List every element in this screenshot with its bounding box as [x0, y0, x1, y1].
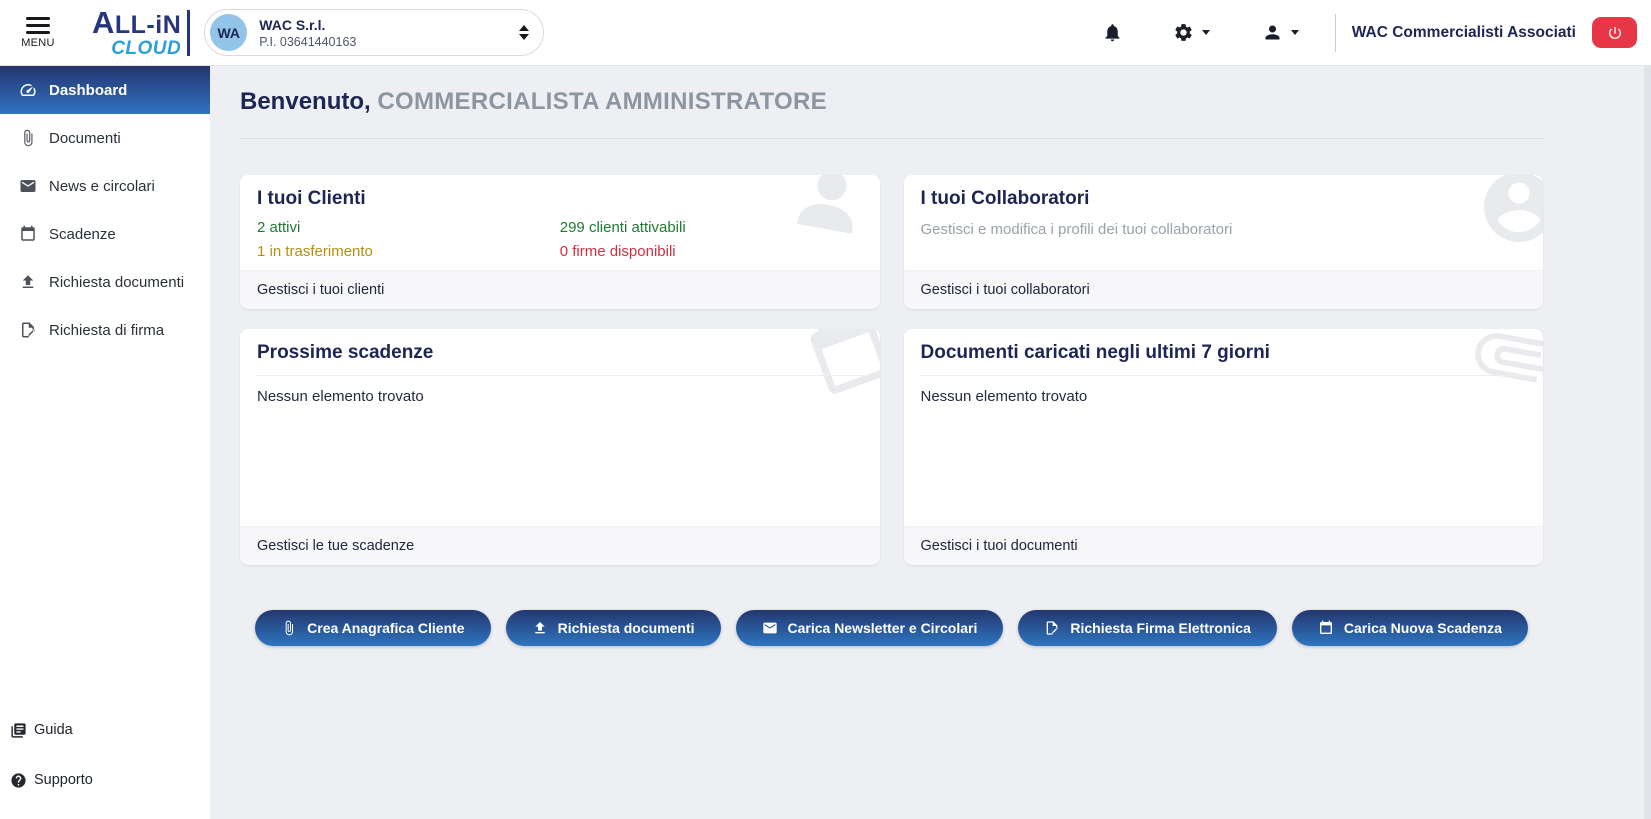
upload-newsletter-button[interactable]: Carica Newsletter e Circolari — [736, 610, 1004, 646]
main-content: Benvenuto, COMMERCIALISTA AMMINISTRATORE… — [210, 66, 1651, 819]
empty-state-text: Nessun elemento trovato — [921, 388, 1527, 405]
power-icon — [1607, 25, 1623, 41]
sidebar-item-label: Scadenze — [49, 226, 116, 243]
card-clients: I tuoi Clienti 2 attivi 299 clienti atti… — [240, 175, 880, 309]
select-updown-icon — [519, 25, 529, 40]
help-circle-icon — [10, 772, 27, 789]
sidebar-item-scadenze[interactable]: Scadenze — [0, 210, 210, 258]
stat-available-signatures: 0 firme disponibili — [560, 243, 863, 260]
welcome-username: COMMERCIALISTA AMMINISTRATORE — [377, 88, 827, 115]
sidebar-item-news-e-circolari[interactable]: News e circolari — [0, 162, 210, 210]
file-signature-icon — [19, 321, 37, 339]
dashboard-gauge-icon — [19, 81, 37, 99]
card-collaborators: I tuoi Collaboratori Gestisci e modifica… — [904, 175, 1544, 309]
vertical-scrollbar[interactable] — [1644, 66, 1651, 819]
page-title: Benvenuto, COMMERCIALISTA AMMINISTRATORE — [240, 88, 1543, 116]
stat-activatable-clients: 299 clienti attivabili — [560, 219, 863, 236]
paperclip-icon — [281, 620, 297, 636]
card-footer-link-clients[interactable]: Gestisci i tuoi clienti — [240, 270, 880, 309]
sidebar-item-richiesta-di-firma[interactable]: Richiesta di firma — [0, 306, 210, 354]
sidebar-item-label: Guida — [34, 722, 73, 738]
app-window: MENU ALL-iN CLOUD WA WAC S.r.l. P.I. 036… — [0, 0, 1651, 819]
card-title: I tuoi Collaboratori — [921, 188, 1527, 210]
sidebar-item-guida[interactable]: Guida — [0, 705, 210, 755]
top-header: MENU ALL-iN CLOUD WA WAC S.r.l. P.I. 036… — [0, 0, 1651, 66]
logo-divider — [187, 10, 190, 56]
calendar-icon — [1318, 620, 1334, 636]
sidebar-item-label: News e circolari — [49, 178, 155, 195]
company-selector[interactable]: WA WAC S.r.l. P.I. 03641440163 — [204, 9, 544, 56]
sidebar-item-label: Richiesta documenti — [49, 274, 184, 291]
logo-line2: CLOUD — [111, 39, 181, 58]
sidebar-item-richiesta-documenti[interactable]: Richiesta documenti — [0, 258, 210, 306]
card-title-divider — [257, 375, 863, 376]
sidebar-item-label: Documenti — [49, 130, 121, 147]
quick-actions-bar: Crea Anagrafica Cliente Richiesta docume… — [240, 610, 1543, 646]
upload-icon — [19, 273, 37, 291]
envelope-icon — [762, 620, 778, 636]
add-deadline-button[interactable]: Carica Nuova Scadenza — [1292, 610, 1528, 646]
bell-icon — [1102, 22, 1123, 43]
stat-active-clients: 2 attivi — [257, 219, 560, 236]
hamburger-icon — [26, 17, 50, 34]
settings-menu-button[interactable] — [1173, 22, 1210, 43]
upload-icon — [532, 620, 548, 636]
empty-state-text: Nessun elemento trovato — [257, 388, 863, 405]
envelope-icon — [19, 177, 37, 195]
logo-line1: ALL-iN — [92, 7, 181, 38]
menu-toggle-button[interactable]: MENU — [12, 17, 64, 49]
card-footer-link-deadlines[interactable]: Gestisci le tue scadenze — [240, 526, 880, 565]
app-logo: ALL-iN CLOUD — [92, 7, 181, 58]
company-avatar: WA — [210, 14, 247, 51]
account-name: WAC Commercialisti Associati — [1352, 24, 1576, 42]
create-client-button[interactable]: Crea Anagrafica Cliente — [255, 610, 490, 646]
user-menu-button[interactable] — [1262, 22, 1299, 43]
card-title: Prossime scadenze — [257, 342, 863, 364]
card-recent-documents: Documenti caricati negli ultimi 7 giorni… — [904, 329, 1544, 565]
sidebar-item-label: Dashboard — [49, 82, 127, 99]
header-divider — [1335, 14, 1336, 52]
company-vat: P.I. 03641440163 — [259, 35, 519, 49]
card-title: Documenti caricati negli ultimi 7 giorni — [921, 342, 1527, 364]
welcome-prefix: Benvenuto, — [240, 88, 371, 115]
chevron-down-icon — [1202, 30, 1210, 35]
card-footer-link-collaborators[interactable]: Gestisci i tuoi collaboratori — [904, 270, 1544, 309]
logout-button[interactable] — [1592, 17, 1637, 48]
heading-divider — [240, 138, 1543, 139]
file-signature-icon — [1044, 620, 1060, 636]
card-subtitle: Gestisci e modifica i profili dei tuoi c… — [921, 221, 1527, 238]
sidebar-item-supporto[interactable]: Supporto — [0, 755, 210, 805]
card-title: I tuoi Clienti — [257, 188, 863, 210]
menu-label: MENU — [21, 37, 55, 49]
sidebar: Dashboard Documenti News e circolari Sca… — [0, 66, 210, 819]
stat-transferring-clients: 1 in trasferimento — [257, 243, 560, 260]
paperclip-icon — [19, 129, 37, 147]
request-documents-button[interactable]: Richiesta documenti — [506, 610, 721, 646]
request-esignature-button[interactable]: Richiesta Firma Elettronica — [1018, 610, 1277, 646]
company-name: WAC S.r.l. — [259, 17, 519, 33]
gear-icon — [1173, 22, 1194, 43]
card-footer-link-documents[interactable]: Gestisci i tuoi documenti — [904, 526, 1544, 565]
chevron-down-icon — [1291, 30, 1299, 35]
sidebar-item-documenti[interactable]: Documenti — [0, 114, 210, 162]
sidebar-item-label: Richiesta di firma — [49, 322, 164, 339]
card-deadlines: Prossime scadenze Nessun elemento trovat… — [240, 329, 880, 565]
calendar-icon — [19, 225, 37, 243]
notifications-button[interactable] — [1102, 22, 1123, 43]
guide-book-icon — [10, 722, 27, 739]
card-title-divider — [921, 375, 1527, 376]
user-icon — [1262, 22, 1283, 43]
sidebar-item-dashboard[interactable]: Dashboard — [0, 66, 210, 114]
sidebar-item-label: Supporto — [34, 772, 93, 788]
